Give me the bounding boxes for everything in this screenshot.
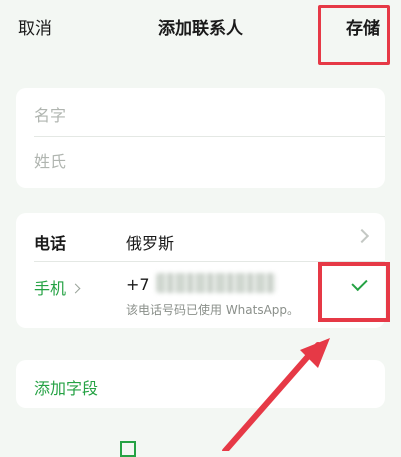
annotation-arrow xyxy=(222,338,330,451)
